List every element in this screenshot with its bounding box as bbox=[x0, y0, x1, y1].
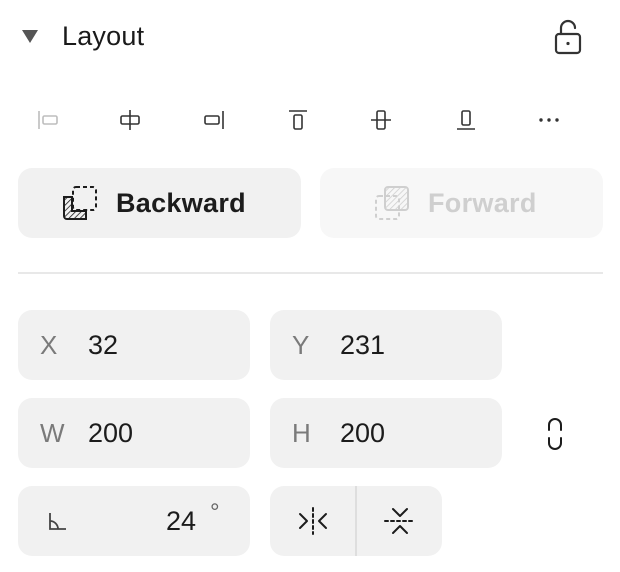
y-field[interactable]: Y bbox=[270, 310, 502, 380]
align-vertical-center-icon bbox=[371, 110, 391, 130]
send-backward-icon bbox=[63, 186, 97, 220]
align-left-icon bbox=[38, 111, 58, 129]
x-label: X bbox=[40, 329, 58, 360]
angle-icon bbox=[49, 513, 66, 530]
bring-forward-icon bbox=[375, 186, 409, 220]
lock-button[interactable] bbox=[548, 16, 588, 58]
height-label: H bbox=[292, 417, 311, 448]
width-input[interactable] bbox=[88, 417, 228, 449]
triangle-down-icon bbox=[22, 30, 38, 43]
bring-forward-label: Forward bbox=[428, 187, 537, 218]
flip-vertical-button[interactable] bbox=[357, 486, 442, 556]
constrain-proportions-button[interactable] bbox=[536, 412, 574, 456]
collapse-toggle[interactable] bbox=[18, 24, 42, 48]
y-input[interactable] bbox=[340, 329, 480, 361]
flip-horizontal-icon bbox=[298, 507, 327, 535]
unlock-icon bbox=[554, 19, 582, 55]
align-horizontal-center-icon bbox=[120, 110, 140, 130]
align-bottom-button[interactable] bbox=[446, 100, 486, 140]
align-bottom-icon bbox=[457, 110, 475, 130]
section-divider bbox=[18, 272, 603, 274]
degree-unit: ° bbox=[210, 499, 220, 526]
height-field[interactable]: H bbox=[270, 398, 502, 468]
y-label: Y bbox=[292, 329, 310, 360]
send-backward-button[interactable]: Backward bbox=[18, 168, 301, 238]
align-horizontal-center-button[interactable] bbox=[110, 100, 150, 140]
flip-horizontal-button[interactable] bbox=[270, 486, 355, 556]
align-top-icon bbox=[289, 110, 307, 130]
more-horizontal-icon bbox=[539, 118, 559, 122]
width-field[interactable]: W bbox=[18, 398, 250, 468]
send-backward-label: Backward bbox=[116, 187, 246, 218]
align-vertical-center-button[interactable] bbox=[361, 100, 401, 140]
x-field[interactable]: X bbox=[18, 310, 250, 380]
rotation-input[interactable] bbox=[78, 505, 196, 537]
section-title: Layout bbox=[62, 21, 145, 51]
align-top-button[interactable] bbox=[278, 100, 318, 140]
flip-group bbox=[270, 486, 442, 556]
align-right-icon bbox=[204, 111, 224, 129]
width-label: W bbox=[40, 417, 65, 448]
x-input[interactable] bbox=[88, 329, 228, 361]
align-left-button[interactable] bbox=[28, 100, 68, 140]
flip-vertical-icon bbox=[383, 508, 416, 534]
link-icon bbox=[548, 418, 562, 450]
more-options-button[interactable] bbox=[529, 100, 569, 140]
align-right-button[interactable] bbox=[194, 100, 234, 140]
height-input[interactable] bbox=[340, 417, 480, 449]
bring-forward-button[interactable]: Forward bbox=[320, 168, 603, 238]
rotation-field[interactable]: ° bbox=[18, 486, 250, 556]
